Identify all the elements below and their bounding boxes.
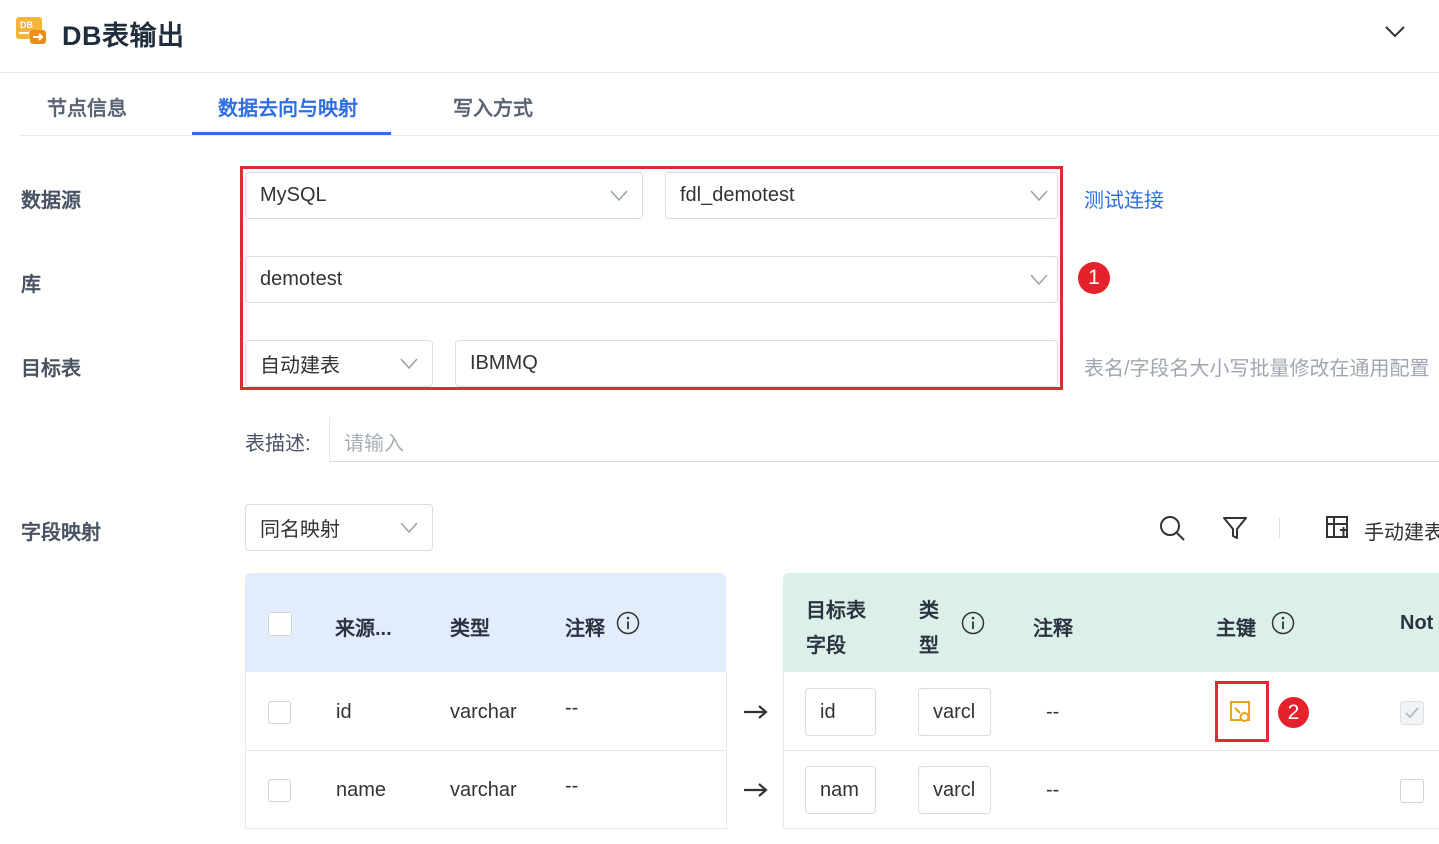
info-icon[interactable] bbox=[616, 611, 640, 635]
table-border bbox=[783, 672, 784, 829]
not-null-header: Not bbox=[1400, 612, 1434, 634]
source-field-name: id bbox=[336, 701, 352, 723]
source-field-comment: -- bbox=[565, 775, 579, 797]
row-checkbox[interactable] bbox=[268, 701, 291, 724]
table-border bbox=[245, 672, 246, 829]
tab-data-mapping[interactable]: 数据去向与映射 bbox=[218, 92, 358, 121]
arrow-right-icon bbox=[744, 705, 768, 719]
info-icon[interactable] bbox=[1271, 611, 1295, 635]
row-divider bbox=[245, 828, 726, 829]
chevron-down-icon[interactable] bbox=[1383, 22, 1407, 40]
check-icon bbox=[1405, 707, 1419, 719]
case-hint-text: 表名/字段名大小写批量修改在通用配置 bbox=[1084, 358, 1430, 380]
source-comment-header: 注释 bbox=[565, 618, 605, 640]
database-label: 库 bbox=[21, 274, 41, 296]
chevron-down-icon bbox=[400, 522, 418, 534]
header-divider bbox=[0, 72, 1439, 73]
field-mapping-label: 字段映射 bbox=[21, 522, 101, 544]
arrow-right-icon bbox=[744, 783, 768, 797]
highlight-box-2 bbox=[1215, 681, 1269, 742]
step-badge-1: 1 bbox=[1078, 262, 1110, 294]
target-field-type-value: varcl bbox=[933, 778, 976, 801]
search-icon[interactable] bbox=[1158, 514, 1186, 542]
source-field-type: varchar bbox=[450, 779, 517, 801]
field-mapping-mode-select[interactable]: 同名映射 bbox=[245, 504, 433, 551]
field-mapping-mode-value: 同名映射 bbox=[260, 519, 340, 541]
target-field-name-input[interactable]: id bbox=[805, 688, 876, 736]
table-build-icon[interactable] bbox=[1325, 515, 1349, 539]
row-divider bbox=[245, 750, 726, 751]
table-desc-label: 表描述: bbox=[245, 433, 311, 455]
source-type-header: 类型 bbox=[450, 618, 490, 640]
target-field-name-value: nam bbox=[820, 778, 859, 801]
page-title: DB表输出 bbox=[62, 21, 185, 51]
target-field-name-input[interactable]: nam bbox=[805, 766, 876, 814]
target-table-header bbox=[783, 573, 1439, 672]
not-null-checkbox[interactable] bbox=[1400, 701, 1424, 725]
target-table-label: 目标表 bbox=[21, 358, 81, 380]
target-field-header-line2: 字段 bbox=[806, 635, 846, 657]
row-divider bbox=[783, 750, 1439, 751]
target-field-comment: -- bbox=[1046, 779, 1060, 801]
target-field-name-value: id bbox=[820, 700, 836, 723]
step-badge-2: 2 bbox=[1278, 697, 1309, 728]
table-border bbox=[726, 672, 727, 829]
target-comment-header: 注释 bbox=[1033, 618, 1073, 640]
tabs-divider bbox=[20, 135, 1439, 136]
target-field-comment: -- bbox=[1046, 701, 1060, 723]
tab-node-info[interactable]: 节点信息 bbox=[47, 92, 127, 121]
db-output-icon: DB bbox=[16, 17, 46, 44]
svg-text:DB: DB bbox=[20, 20, 33, 30]
target-field-type-input[interactable]: varcl bbox=[918, 688, 991, 736]
select-all-checkbox[interactable] bbox=[268, 612, 292, 636]
table-desc-input[interactable]: 请输入 bbox=[329, 417, 1439, 462]
target-field-header-line1: 目标表 bbox=[806, 600, 866, 622]
filter-icon[interactable] bbox=[1222, 515, 1248, 541]
table-desc-placeholder: 请输入 bbox=[344, 433, 404, 455]
datasource-label: 数据源 bbox=[21, 190, 81, 212]
primary-key-header: 主键 bbox=[1216, 618, 1256, 640]
not-null-checkbox[interactable] bbox=[1400, 779, 1424, 803]
manual-build-button[interactable]: 手动建表 bbox=[1364, 516, 1439, 545]
toolbar-divider bbox=[1279, 518, 1280, 538]
source-field-name: name bbox=[336, 779, 387, 801]
target-field-type-input[interactable]: varcl bbox=[918, 766, 991, 814]
target-field-type-value: varcl bbox=[933, 700, 976, 723]
target-type-header-line2: 型 bbox=[919, 635, 939, 657]
tab-write-mode[interactable]: 写入方式 bbox=[453, 92, 533, 121]
info-icon[interactable] bbox=[961, 611, 985, 635]
test-connection-link[interactable]: 测试连接 bbox=[1084, 184, 1164, 213]
source-name-header[interactable]: 来源... bbox=[335, 612, 392, 641]
source-field-comment: -- bbox=[565, 697, 579, 719]
source-field-type: varchar bbox=[450, 701, 517, 723]
row-checkbox[interactable] bbox=[268, 779, 291, 802]
target-type-header-line1: 类 bbox=[919, 600, 939, 622]
highlight-box-1 bbox=[240, 166, 1063, 390]
row-divider bbox=[783, 828, 1439, 829]
